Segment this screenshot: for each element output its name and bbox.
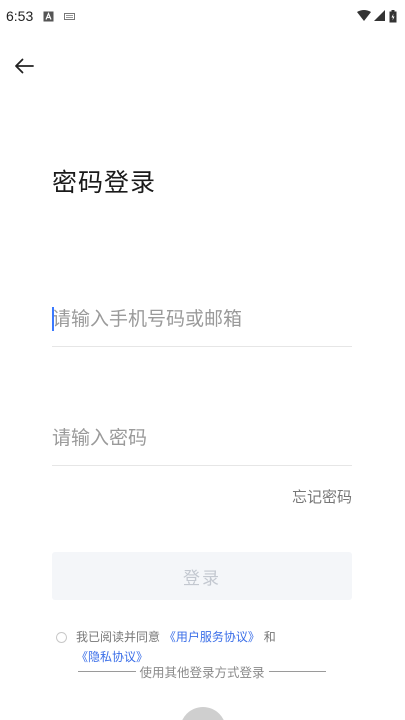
agreement-prefix: 我已阅读并同意 [76, 630, 161, 644]
forgot-password-link[interactable]: 忘记密码 [292, 486, 352, 507]
login-button[interactable]: 登录 [52, 552, 352, 600]
back-button[interactable] [10, 52, 38, 80]
other-login-divider: 使用其他登录方式登录 [78, 662, 327, 681]
status-left: 6:53 [6, 8, 76, 24]
user-agreement-link[interactable]: 《用户服务协议》 [164, 630, 260, 644]
agreement-text: 我已阅读并同意 《用户服务协议》 和 《隐私协议》 [56, 627, 346, 667]
login-screen: 6:53 密码登录 请输入手机号码或邮箱 忘记密码 登录 我已阅读并同意 《用户… [0, 0, 405, 720]
wifi-icon [357, 10, 371, 21]
other-login-label: 使用其他登录方式登录 [139, 665, 265, 680]
status-bar: 6:53 [0, 0, 405, 32]
agreement: 我已阅读并同意 《用户服务协议》 和 《隐私协议》 [56, 627, 346, 667]
status-time: 6:53 [6, 8, 34, 24]
other-login-option-button[interactable] [180, 707, 226, 720]
agreement-conjunction: 和 [263, 630, 276, 644]
arrow-left-icon [15, 58, 34, 74]
divider-line-left [78, 671, 136, 672]
page-title: 密码登录 [52, 168, 157, 197]
password-field [52, 410, 352, 466]
signal-icon [374, 10, 385, 21]
divider-line-right [268, 671, 327, 672]
agree-checkbox[interactable] [56, 632, 67, 643]
phone-email-input[interactable] [52, 291, 352, 346]
phone-email-field [52, 291, 352, 347]
password-input[interactable] [52, 410, 352, 465]
notification-a-icon [43, 11, 54, 21]
keyboard-icon [64, 12, 76, 20]
status-right [357, 9, 397, 23]
battery-icon [389, 9, 397, 22]
text-caret [52, 307, 54, 331]
